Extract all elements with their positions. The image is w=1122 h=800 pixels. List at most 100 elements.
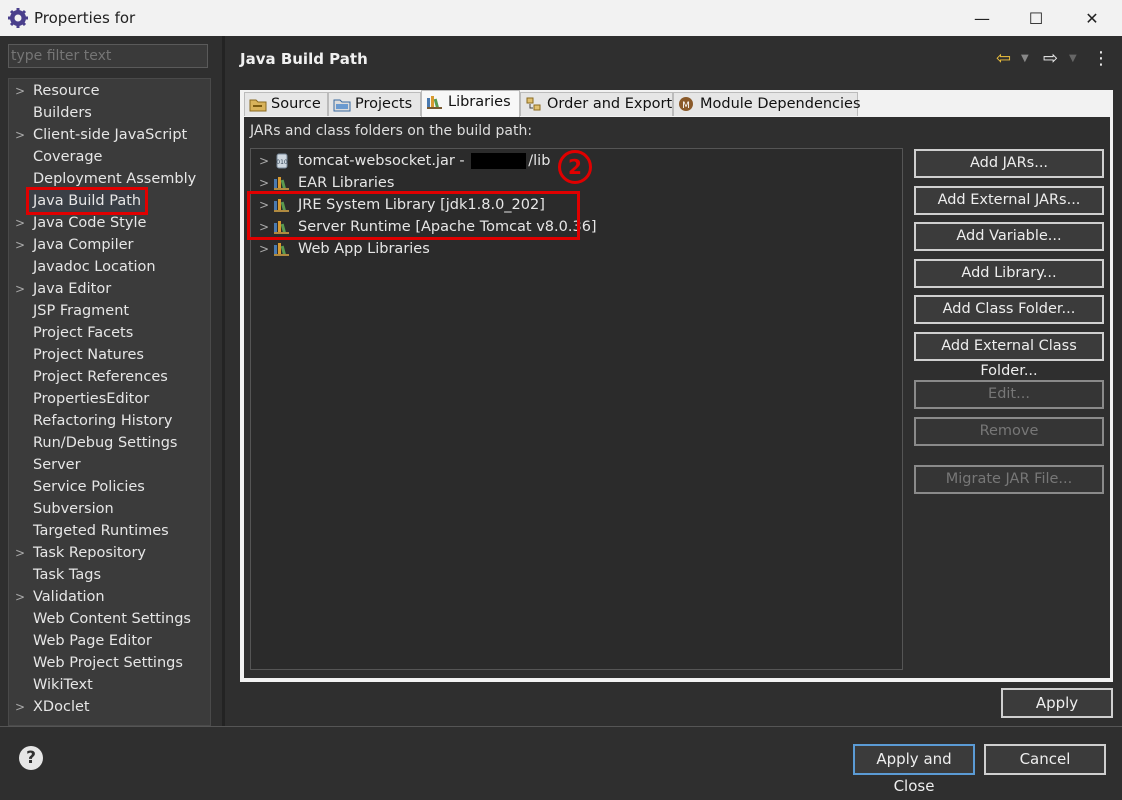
module-icon: M [679,97,693,111]
main-panel: Java Build Path ⇦ ▼ ⇨ ▼ ⋮ Source Project… [225,36,1122,726]
redacted-block [471,153,527,169]
add-jars-button[interactable]: Add JARs... [914,149,1104,178]
sidebar-item-label: Java Code Style [33,215,147,231]
sidebar-item-label: Deployment Assembly [33,171,197,187]
tab-projects[interactable]: Projects [328,92,421,116]
maximize-button[interactable]: ☐ [1008,0,1064,36]
apply-and-close-button[interactable]: Apply and Close [853,744,975,795]
sidebar-panel: > Resource Builders > Client-side JavaScript… [0,36,222,726]
sidebar-item-label: Project Natures [33,347,144,363]
remove-button[interactable]: Remove [914,417,1104,446]
source-folder-icon [249,99,267,112]
sidebar-item-label: Java Compiler [33,237,134,253]
library-label: tomcat-websocket.jar - [298,153,470,169]
back-arrow-icon[interactable]: ⇦ [996,46,1011,70]
sidebar-item-label: Resource [33,83,100,99]
library-icon [427,96,442,109]
tab-bar: Source Projects Libraries Order and Expo… [240,90,1113,117]
chevron-right-icon[interactable]: > [15,586,25,608]
sidebar-item-label: Javadoc Location [33,259,156,275]
apply-button[interactable]: Apply [1001,688,1113,718]
tab-label: Source [271,96,321,112]
svg-text:M: M [682,101,690,111]
sidebar-item-label: Project Facets [33,325,134,341]
sidebar-item-label: Java Editor [33,281,112,297]
back-dropdown-icon[interactable]: ▼ [1021,46,1029,70]
sidebar-item-label: Web Content Settings [33,611,191,627]
tab-label: Libraries [448,94,511,110]
chevron-right-icon[interactable]: > [15,212,25,234]
add-external-jars-button[interactable]: Add External JARs... [914,186,1104,215]
chevron-right-icon[interactable]: > [259,150,269,172]
order-export-icon [526,97,541,111]
sidebar-item-label: Server [33,457,81,473]
sidebar-item-label: Project References [33,369,168,385]
sidebar-item-label: Task Tags [33,567,102,583]
minimize-button[interactable]: — [954,0,1010,36]
close-button[interactable]: ✕ [1064,0,1120,36]
tab-label: Module Dependencies [700,96,861,112]
sidebar-item-label: WikiText [33,677,93,693]
sidebar-item-label: Java Build Path [25,187,149,215]
chevron-right-icon[interactable]: > [15,696,25,718]
libraries-tab-content: JARs and class folders on the build path… [244,117,1110,678]
add-variable-button[interactable]: Add Variable... [914,222,1104,251]
title-bar: Properties for — ☐ ✕ [0,0,1122,36]
library-label-suffix: /lib [528,153,551,169]
add-library-button[interactable]: Add Library... [914,259,1104,288]
migrate-jar-button[interactable]: Migrate JAR File... [914,465,1104,494]
projects-icon [333,99,351,112]
svg-text:010: 010 [276,159,288,166]
eclipse-gear-icon [8,8,28,28]
filter-input[interactable] [8,44,208,68]
sidebar-item-label: Web Project Settings [33,655,183,671]
sidebar-item-label: Validation [33,589,105,605]
sidebar-item-label: Service Policies [33,479,145,495]
cancel-button[interactable]: Cancel [984,744,1106,775]
chevron-right-icon[interactable]: > [15,542,25,564]
sidebar-item-label: Client-side JavaScript [33,127,188,143]
help-icon[interactable]: ? [19,746,43,770]
step-callout: 2 [558,150,592,184]
add-external-class-folder-button[interactable]: Add External Class Folder... [914,332,1104,379]
library-label: Web App Libraries [298,241,430,257]
jar-icon: 010 [276,153,288,169]
chevron-right-icon[interactable]: > [15,124,25,146]
tab-label: Order and Export [547,96,673,112]
sidebar-item-label: Builders [33,105,92,121]
library-icon [274,243,289,256]
tab-libraries[interactable]: Libraries [421,90,520,117]
view-menu-icon[interactable]: ⋮ [1092,46,1110,70]
dialog-footer: ? Apply and Close Cancel [0,727,1122,795]
chevron-right-icon[interactable]: > [15,278,25,300]
chevron-right-icon[interactable]: > [15,234,25,256]
library-tree[interactable]: > 010 tomcat-websocket.jar - /lib > EAR … [247,148,903,670]
build-path-subtitle: JARs and class folders on the build path… [250,123,533,139]
tab-order-and-export[interactable]: Order and Export [520,92,673,116]
window-title: Properties for [34,9,136,27]
sidebar-item-label: Task Repository [33,545,147,561]
property-page-tree: > Resource Builders > Client-side JavaScript… [8,78,211,726]
sidebar-item-label: PropertiesEditor [33,391,150,407]
sidebar-item-label: Run/Debug Settings [33,435,178,451]
chevron-right-icon[interactable]: > [15,80,25,102]
sidebar-item-label: Subversion [33,501,114,517]
sidebar-item-label: XDoclet [33,699,90,715]
edit-button[interactable]: Edit... [914,380,1104,409]
tab-source[interactable]: Source [244,92,328,116]
sidebar-item-label: Targeted Runtimes [33,523,169,539]
highlight-box [247,191,580,240]
page-title: Java Build Path [240,50,368,68]
forward-arrow-icon[interactable]: ⇨ [1043,46,1058,70]
sidebar-item-label: JSP Fragment [33,303,130,319]
sidebar-item-label: Refactoring History [33,413,173,429]
tab-folder: Source Projects Libraries Order and Expo… [240,90,1113,682]
add-class-folder-button[interactable]: Add Class Folder... [914,295,1104,324]
chevron-right-icon[interactable]: > [259,238,269,260]
sidebar-item-label: Web Page Editor [33,633,152,649]
library-icon [274,177,289,190]
sidebar-item-label: Coverage [33,149,103,165]
forward-dropdown-icon[interactable]: ▼ [1069,46,1077,70]
tab-module-dependencies[interactable]: M Module Dependencies [673,92,861,116]
tab-label: Projects [355,96,413,112]
